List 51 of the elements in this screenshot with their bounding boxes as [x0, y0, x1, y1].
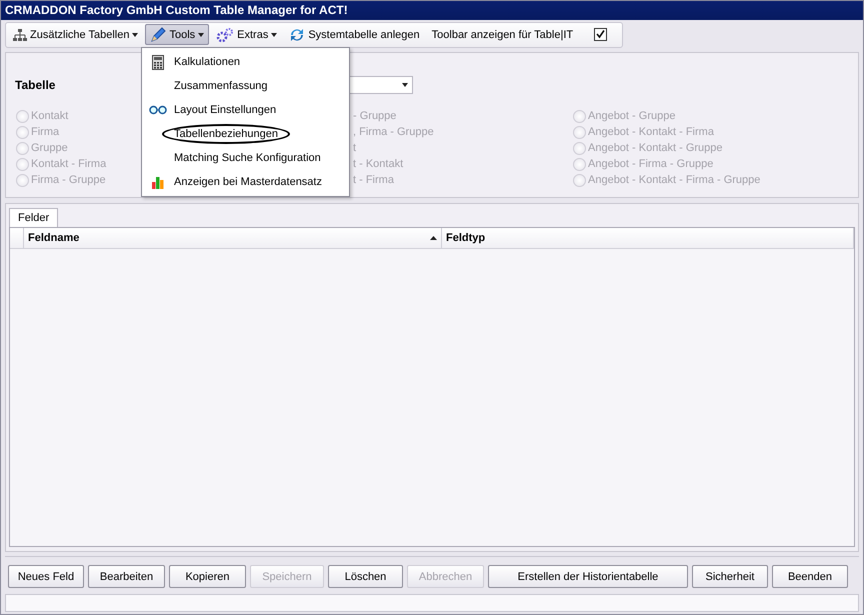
caret-icon	[402, 83, 408, 88]
option-label: t - Firma	[353, 174, 394, 186]
option-label: Gruppe	[31, 142, 68, 154]
menu-item[interactable]: Tabellenbeziehungen	[162, 124, 290, 144]
action-button[interactable]: Beenden	[772, 565, 848, 588]
window-title: CRMADDON Factory GmbH Custom Table Manager for ACT!	[1, 1, 863, 20]
caret-icon	[132, 32, 138, 37]
column-header[interactable]: Feldname	[24, 228, 442, 248]
option-label: Angebot - Firma - Gruppe	[588, 158, 714, 170]
pencil-icon	[150, 26, 166, 43]
option-label: Angebot - Kontakt - Firma - Gruppe	[588, 174, 760, 186]
menu-item[interactable]: Kalkulationen	[174, 56, 240, 68]
option-label: Angebot - Kontakt - Firma	[588, 126, 714, 138]
option-label: Kontakt	[31, 110, 68, 122]
action-button[interactable]: Bearbeiten	[88, 565, 165, 588]
action-button[interactable]: Erstellen der Historientabelle	[488, 565, 688, 588]
option-label: Angebot - Kontakt - Gruppe	[588, 142, 723, 154]
hierarchy-icon	[13, 28, 27, 42]
action-button[interactable]: Sicherheit	[692, 565, 768, 588]
caret-icon	[271, 32, 278, 37]
option-label: , Firma - Gruppe	[353, 126, 434, 138]
toolbar-button[interactable]: Extras	[211, 24, 282, 46]
option-label: - Gruppe	[353, 110, 396, 122]
menu-item[interactable]: Zusammenfassung	[174, 80, 268, 92]
bar-chart-icon	[151, 174, 165, 190]
toolbar-button[interactable]: Zusätzliche Tabellen	[8, 24, 144, 46]
menu-item[interactable]: Layout Einstellungen	[174, 104, 276, 116]
action-button[interactable]: Neues Feld	[8, 565, 84, 588]
action-button[interactable]: Löschen	[328, 565, 403, 588]
menu-item[interactable]: Matching Suche Konfiguration	[174, 152, 321, 164]
option-label: Angebot - Gruppe	[588, 110, 676, 122]
refresh-icon	[289, 26, 306, 43]
option-label: t - Kontakt	[353, 158, 404, 170]
toolbar-button[interactable]: Toolbar anzeigen für Table|IT	[426, 24, 578, 46]
option-label: Firma	[31, 126, 60, 138]
glasses-icon	[149, 105, 167, 115]
column-header[interactable]: Feldtyp	[442, 228, 854, 248]
option-label: t	[353, 142, 356, 154]
toolbar-button[interactable]: Systemtabelle anlegen	[284, 24, 425, 46]
toolbar-button[interactable]: Tools	[145, 24, 210, 46]
checkbox[interactable]	[594, 28, 608, 42]
action-button[interactable]: Kopieren	[169, 565, 246, 588]
option-label: Firma - Gruppe	[31, 174, 106, 186]
option-label: Kontakt - Firma	[31, 158, 106, 170]
sort-icon	[430, 236, 437, 240]
caret-icon	[198, 32, 204, 37]
calculator-icon	[152, 54, 164, 70]
section-label: Tabelle	[15, 78, 56, 92]
menu-item[interactable]: Anzeigen bei Masterdatensatz	[174, 176, 322, 188]
tab[interactable]: Felder	[9, 208, 58, 227]
gears-icon	[216, 26, 234, 43]
